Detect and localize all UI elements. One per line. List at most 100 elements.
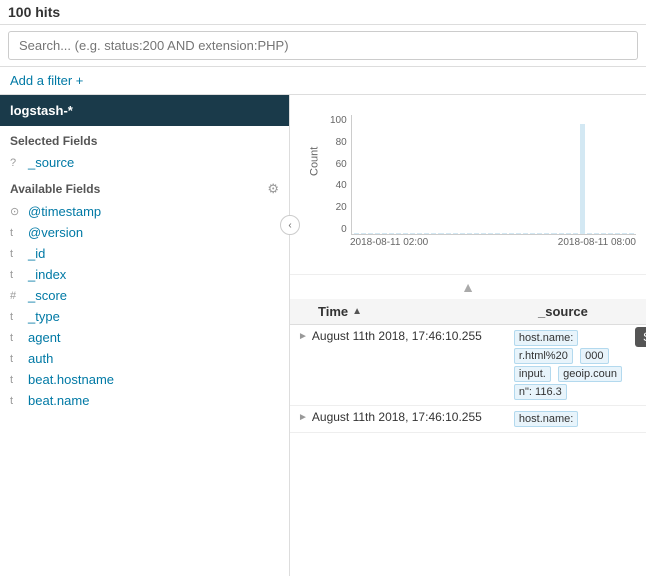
field-name-label[interactable]: beat.hostname	[28, 372, 114, 387]
index-pattern-label: logstash-*	[10, 103, 73, 118]
results-table: Time ▲ _source ► August 11th 2018, 17:46…	[290, 299, 646, 576]
row-time: August 11th 2018, 17:46:10.255	[312, 329, 512, 343]
chart-bar	[474, 233, 479, 234]
y-tick-60: 60	[336, 159, 347, 170]
chart-bar	[580, 124, 585, 234]
field-type-badge: t	[10, 248, 22, 260]
source-tag: host.name:	[514, 411, 578, 427]
chart-bar	[417, 233, 422, 234]
index-pattern-header: logstash-*	[0, 95, 289, 126]
row-time: August 11th 2018, 17:46:10.255	[312, 410, 512, 424]
sort-tooltip: Sort by time	[635, 327, 646, 347]
available-field-item: t beat.name	[0, 390, 289, 411]
chart-bar	[502, 233, 507, 234]
col-expand-header	[298, 304, 318, 319]
chart-bar	[573, 233, 578, 234]
field-name-label[interactable]: auth	[28, 351, 53, 366]
available-field-item: tauth	[0, 348, 289, 369]
x-label-1: 2018-08-11 02:00	[350, 237, 428, 248]
scroll-up-button[interactable]: ▲	[290, 275, 646, 299]
field-name-label[interactable]: _score	[28, 288, 67, 303]
col-source-header: _source	[538, 304, 638, 319]
field-name-label[interactable]: agent	[28, 330, 61, 345]
collapse-sidebar-button[interactable]: ‹	[280, 215, 300, 235]
chart-bar	[460, 233, 465, 234]
available-field-item: #_score	[0, 285, 289, 306]
selected-field-source: ? _source	[0, 152, 289, 173]
chart-bar	[410, 233, 415, 234]
chart-bar	[516, 233, 521, 234]
add-filter-button[interactable]: Add a filter +	[10, 73, 83, 88]
hits-count: 100 hits	[8, 4, 60, 20]
chart-bar	[481, 233, 486, 234]
chart-bar	[389, 233, 394, 234]
chart-bar	[375, 233, 380, 234]
source-tag: geoip.coun	[558, 366, 622, 382]
row-expand-btn[interactable]: ►	[298, 410, 308, 423]
chart-bar	[509, 233, 514, 234]
gear-icon[interactable]: ⚙	[267, 181, 279, 197]
chart-bar	[615, 233, 620, 234]
chevron-left-icon: ‹	[288, 220, 291, 231]
table-header: Time ▲ _source	[290, 299, 646, 325]
row-source: host.name:	[512, 410, 638, 428]
available-fields-header: Available Fields ⚙	[0, 173, 289, 201]
sidebar: logstash-* Selected Fields ? _source Ava…	[0, 95, 290, 576]
chart-bar	[446, 233, 451, 234]
chart-bar	[559, 233, 564, 234]
available-field-item: tbeat.hostname	[0, 369, 289, 390]
field-type-badge: t	[10, 227, 22, 239]
chart-bar	[382, 233, 387, 234]
table-row: ► August 11th 2018, 17:46:10.255 host.na…	[290, 325, 646, 406]
y-tick-0: 0	[341, 224, 347, 235]
chart-bar	[403, 233, 408, 234]
field-type-badge: t	[10, 311, 22, 323]
chart-y-axis: 100 80 60 40 20 0	[330, 115, 347, 235]
chart-bar	[587, 233, 592, 234]
chart-bar	[551, 233, 556, 234]
chart-bar	[354, 233, 359, 234]
table-row: ► August 11th 2018, 17:46:10.255 host.na…	[290, 406, 646, 433]
chart-bar	[368, 233, 373, 234]
right-panel: Count 100 80 60 40 20 0 2018-08-11 02:00…	[290, 95, 646, 576]
available-fields-title: Available Fields	[10, 182, 100, 196]
field-type-badge: t	[10, 332, 22, 344]
field-name-label[interactable]: _index	[28, 267, 66, 282]
field-type-badge: ⊙	[10, 205, 22, 218]
y-tick-20: 20	[336, 202, 347, 213]
top-bar: 100 hits	[0, 0, 646, 25]
field-name-label[interactable]: @timestamp	[28, 204, 101, 219]
field-name-label[interactable]: beat.name	[28, 393, 89, 408]
available-field-item: tagent	[0, 327, 289, 348]
chart-bar	[530, 233, 535, 234]
available-field-item: t _type	[0, 306, 289, 327]
available-field-item: t _index	[0, 264, 289, 285]
available-fields-list: ⊙@timestampt@versiont_idt_index#_scoret_…	[0, 201, 289, 411]
field-name-label[interactable]: _id	[28, 246, 45, 261]
filter-bar: Add a filter +	[0, 67, 646, 95]
row-source: host.name: r.html%20 000 input. geoip.co…	[512, 329, 638, 401]
y-tick-80: 80	[336, 137, 347, 148]
chart-bar	[424, 233, 429, 234]
field-type-badge: t	[10, 395, 22, 407]
col-time-header[interactable]: Time ▲	[318, 304, 538, 319]
chart-bar	[537, 233, 542, 234]
chart-bar	[594, 233, 599, 234]
field-type-icon: ?	[10, 157, 22, 169]
field-name-source[interactable]: _source	[28, 155, 74, 170]
row-expand-btn[interactable]: ►	[298, 329, 308, 342]
chart-bar	[544, 233, 549, 234]
chart-bar	[608, 233, 613, 234]
chart-bars	[351, 115, 636, 235]
source-tag: n": 116.3	[514, 384, 567, 400]
available-field-item: t @version	[0, 222, 289, 243]
available-field-item: t _id	[0, 243, 289, 264]
field-name-label[interactable]: _type	[28, 309, 60, 324]
chart-bar	[361, 233, 366, 234]
selected-fields-title: Selected Fields	[0, 126, 289, 152]
search-input[interactable]	[8, 31, 638, 60]
field-name-label[interactable]: @version	[28, 225, 83, 240]
chart-bar	[566, 233, 571, 234]
chart-bar	[438, 233, 443, 234]
field-type-badge: t	[10, 269, 22, 281]
